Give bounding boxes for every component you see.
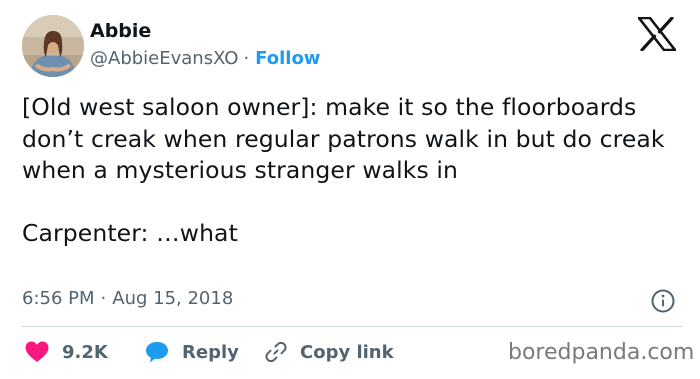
timestamp-separator: ·	[100, 288, 107, 309]
tweet-timestamp[interactable]: 6:56 PM · Aug 15, 2018	[22, 288, 233, 309]
divider	[22, 326, 682, 327]
tweet-paragraph: [Old west saloon owner]: make it so the …	[22, 93, 665, 184]
follow-button[interactable]: Follow	[255, 48, 320, 69]
like-button[interactable]: 9.2K	[24, 340, 144, 364]
reply-button[interactable]: Reply	[144, 340, 264, 364]
action-bar: 9.2K Reply Copy link	[24, 337, 394, 367]
avatar-photo	[22, 15, 84, 77]
tweet-time: 6:56 PM	[22, 288, 95, 309]
tweet-paragraph: Carpenter: …what	[22, 219, 238, 247]
author-name[interactable]: Abbie	[90, 20, 151, 42]
tweet-text: [Old west saloon owner]: make it so the …	[22, 92, 687, 250]
link-icon	[265, 341, 287, 363]
like-count: 9.2K	[62, 341, 108, 363]
copy-link-label: Copy link	[300, 341, 394, 363]
info-icon[interactable]	[650, 288, 676, 314]
avatar[interactable]	[22, 15, 84, 77]
handle-separator: ·	[243, 48, 250, 69]
watermark: boredpanda.com	[508, 340, 695, 365]
author-handle[interactable]: @AbbieEvansXO	[90, 48, 238, 69]
heart-icon	[25, 341, 49, 362]
copy-link-button[interactable]: Copy link	[264, 340, 394, 364]
author-handle-line: @AbbieEvansXO · Follow	[90, 48, 320, 69]
tweet-card: Abbie @AbbieEvansXO · Follow [Old west sal…	[0, 0, 700, 379]
x-logo-icon[interactable]	[638, 17, 676, 51]
tweet-date: Aug 15, 2018	[112, 288, 234, 309]
reply-label: Reply	[182, 341, 239, 363]
speech-bubble-icon	[146, 342, 168, 363]
